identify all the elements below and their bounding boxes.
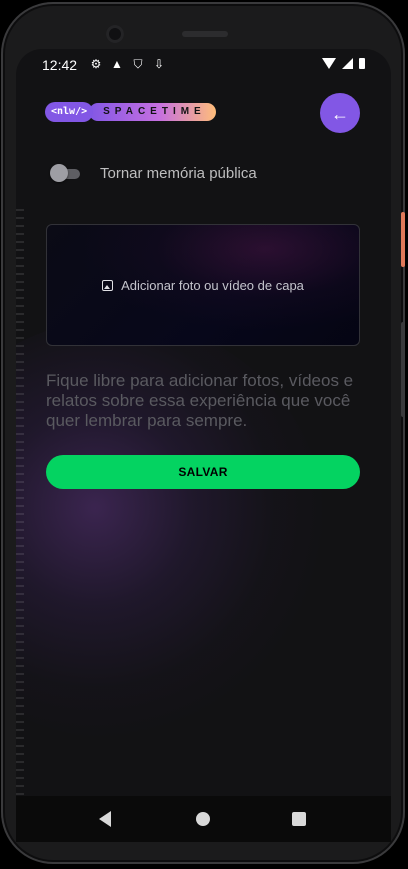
public-toggle-label: Tornar memória pública [100,165,257,182]
shield-icon: ⛉ [133,57,143,71]
image-icon [102,279,114,291]
cover-media-picker[interactable]: Adicionar foto ou vídeo de capa [46,224,360,346]
signal-icon [342,58,353,69]
cover-picker-label: Adicionar foto ou vídeo de capa [121,277,304,293]
back-button[interactable]: ← [320,93,360,133]
battery-icon [359,58,365,69]
status-time: 12:42 [42,57,78,73]
status-bar: 12:42 ⚙ ▲ ⛉ ⇩ [16,49,391,81]
system-nav-bar [16,796,391,842]
download-icon: ⇩ [153,57,165,71]
logo-spacetime: SPACETIME [89,103,216,121]
toggle-thumb [50,163,68,182]
wifi-icon [322,58,336,69]
earpiece [182,31,228,37]
volume-button [401,322,405,417]
public-toggle-row[interactable]: Tornar memória pública [50,163,257,182]
status-right-icons [322,58,365,69]
recents-square-icon[interactable] [292,812,306,826]
public-toggle-switch[interactable] [50,163,80,182]
gear-icon: ⚙ [90,57,102,71]
save-button[interactable]: SALVAR [46,455,360,489]
background-stripes [16,209,24,829]
arrow-left-icon: ← [331,104,349,124]
home-circle-icon[interactable] [196,812,210,826]
app-screen: 12:42 ⚙ ▲ ⛉ ⇩ <nlw/> SPACETIME ← Tornar … [16,49,391,838]
nlw-spacetime-logo: <nlw/> SPACETIME [45,102,216,122]
status-left-icons: ⚙ ▲ ⛉ ⇩ [89,57,166,72]
memory-content-input[interactable]: Fique libre para adicionar fotos, vídeos… [46,371,364,431]
logo-nlw: <nlw/> [45,102,94,122]
back-triangle-icon[interactable] [99,811,111,827]
power-button [401,212,405,267]
cover-picker-content: Adicionar foto ou vídeo de capa [102,278,304,293]
front-camera [106,25,124,43]
android-icon: ▲ [111,57,123,71]
